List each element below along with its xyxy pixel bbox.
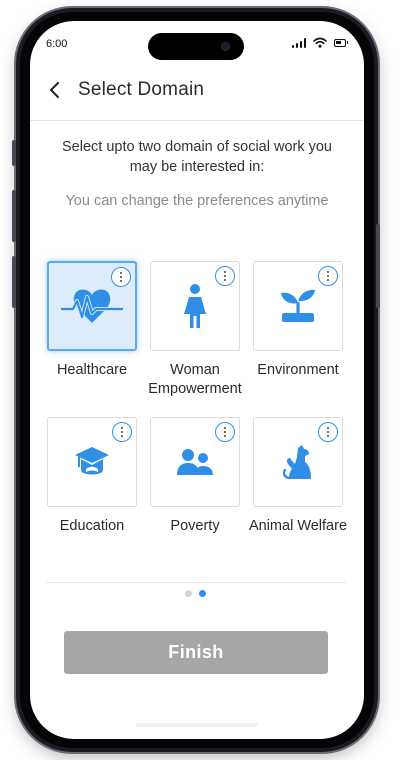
plant-icon — [281, 289, 315, 322]
screen: 6:00 Select Domain Select upto two domai… — [30, 21, 364, 739]
signal-icon — [291, 37, 306, 48]
hint-text: You can change the preferences anytime — [65, 193, 329, 209]
card-label: Animal Welfare — [248, 518, 348, 534]
volume-up-button — [12, 190, 16, 242]
mute-switch — [12, 140, 16, 166]
chevron-left-icon — [49, 81, 60, 99]
card-box — [150, 261, 240, 351]
volume-down-button — [12, 256, 16, 308]
power-button — [376, 224, 380, 308]
more-vertical-icon — [223, 274, 227, 278]
app-header: Select Domain — [30, 71, 364, 121]
more-options-button[interactable] — [215, 422, 235, 442]
more-vertical-icon — [223, 430, 227, 434]
status-bar: 6:00 — [30, 21, 364, 67]
people-icon — [177, 449, 213, 475]
more-vertical-icon — [326, 430, 330, 434]
more-vertical-icon — [326, 274, 330, 278]
page-title: Select Domain — [78, 79, 205, 100]
home-indicator — [136, 723, 258, 727]
woman-icon — [184, 284, 206, 328]
status-time: 6:00 — [46, 38, 68, 50]
status-icons — [291, 37, 348, 48]
more-options-button[interactable] — [215, 266, 235, 286]
card-box — [47, 417, 137, 507]
card-box — [253, 261, 343, 351]
card-box — [150, 417, 240, 507]
page-dot-2[interactable] — [199, 590, 206, 597]
battery-icon — [334, 38, 348, 47]
heartbeat-icon — [61, 289, 123, 323]
more-options-button[interactable] — [318, 266, 338, 286]
finish-button[interactable]: Finish — [64, 631, 328, 674]
back-button[interactable] — [42, 75, 68, 105]
card-label: Poverty — [170, 518, 220, 534]
camera-icon — [221, 42, 230, 51]
card-label: Woman Empowerment — [148, 362, 242, 397]
more-vertical-icon — [120, 430, 124, 434]
dynamic-island — [148, 33, 244, 60]
card-label: Education — [59, 518, 125, 534]
card-box — [253, 417, 343, 507]
divider — [46, 582, 346, 583]
card-box — [47, 261, 137, 351]
instruction-text: Select upto two domain of social work yo… — [62, 139, 332, 175]
dog-icon — [283, 445, 311, 480]
more-options-button[interactable] — [318, 422, 338, 442]
more-vertical-icon — [119, 275, 123, 279]
page-indicator — [185, 590, 206, 597]
page-dot-1[interactable] — [185, 590, 192, 597]
card-label: Environment — [257, 362, 339, 378]
more-options-button[interactable] — [111, 267, 131, 287]
wifi-icon — [313, 37, 327, 48]
card-label: Healthcare — [56, 362, 128, 378]
more-options-button[interactable] — [112, 422, 132, 442]
graduation-cap-icon — [75, 447, 109, 475]
